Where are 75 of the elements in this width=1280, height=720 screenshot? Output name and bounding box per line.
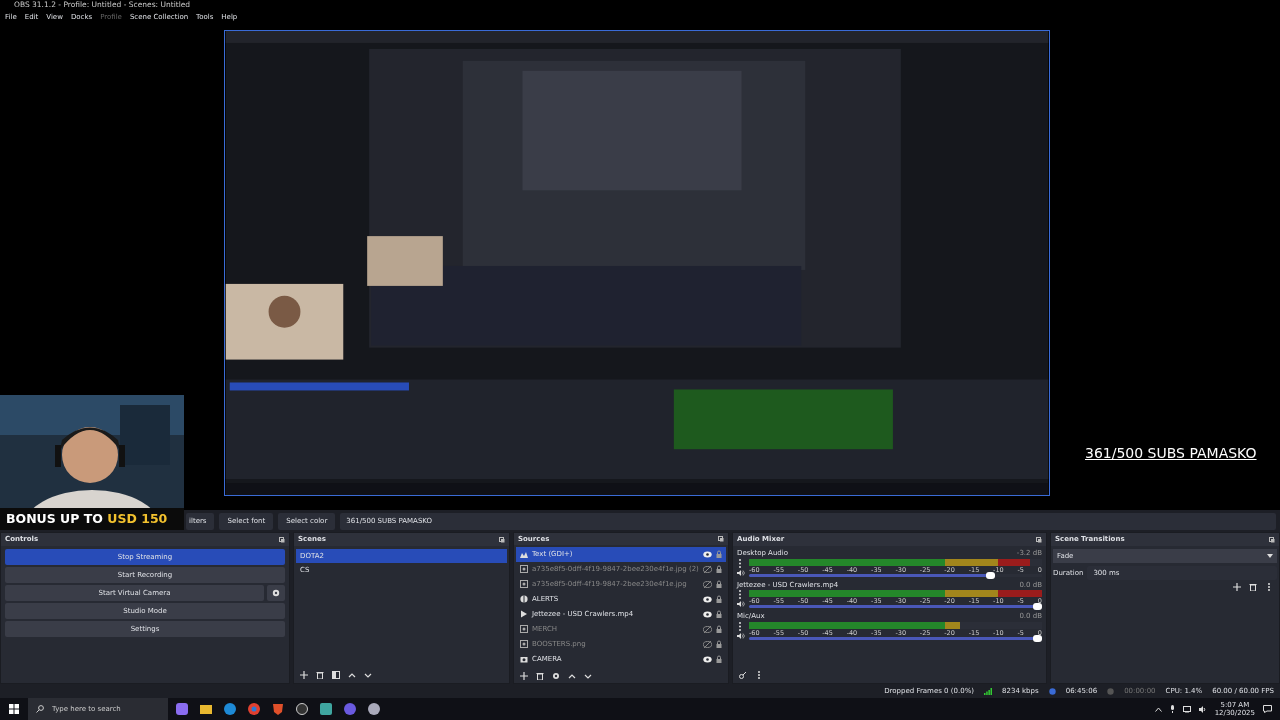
lock-icon[interactable]	[716, 640, 722, 649]
banner-text: BONUS UP TO USD 150	[0, 508, 184, 530]
menu-icon[interactable]	[737, 621, 743, 631]
camera-icon	[520, 655, 528, 664]
filter-icon[interactable]	[332, 671, 340, 679]
browser-icon[interactable]	[248, 703, 260, 715]
browser-icon[interactable]	[224, 703, 236, 715]
shield-icon[interactable]	[272, 703, 284, 715]
image-icon	[520, 565, 528, 574]
speaker-icon[interactable]	[737, 601, 745, 607]
network-icon[interactable]	[1182, 705, 1191, 713]
down-icon[interactable]	[364, 671, 372, 679]
lock-icon[interactable]	[716, 595, 722, 604]
app-icon[interactable]	[176, 703, 188, 715]
lock-icon[interactable]	[716, 550, 722, 559]
record-icon	[1107, 687, 1115, 695]
float-icon[interactable]	[718, 535, 724, 542]
settings-button[interactable]	[267, 585, 285, 601]
add-icon[interactable]	[300, 671, 308, 679]
speaker-icon[interactable]	[737, 632, 745, 639]
slider-handle[interactable]	[1033, 634, 1042, 642]
lock-icon[interactable]	[716, 580, 722, 589]
text-source-icon	[520, 550, 528, 559]
chevron-icon[interactable]	[1154, 706, 1162, 712]
float-icon[interactable]	[1036, 536, 1042, 543]
app-icon[interactable]	[320, 703, 332, 715]
settings-icon	[272, 588, 280, 597]
menu-icon[interactable]	[1265, 583, 1273, 591]
settings-icon[interactable]	[552, 671, 560, 680]
image-icon	[520, 625, 528, 634]
up-icon[interactable]	[348, 671, 356, 679]
speaker-icon[interactable]	[737, 569, 745, 576]
overlay-text: 361/500 SUBS PAMASKO	[1085, 444, 1257, 463]
menu-icon[interactable]	[737, 558, 743, 568]
chat-icon[interactable]	[344, 703, 356, 715]
link-icon[interactable]	[739, 671, 747, 679]
record-app-icon[interactable]	[296, 703, 308, 715]
trash-icon[interactable]	[1249, 583, 1257, 591]
hidden-eye-icon[interactable]	[703, 625, 712, 633]
menu-icon[interactable]	[755, 671, 763, 679]
slider-handle[interactable]	[986, 571, 996, 579]
notification-icon[interactable]	[1263, 705, 1272, 713]
hidden-eye-icon[interactable]	[703, 580, 712, 588]
lock-icon[interactable]	[716, 565, 722, 574]
float-icon[interactable]	[499, 536, 505, 543]
app-icon[interactable]	[368, 703, 380, 715]
signal-icon	[984, 687, 993, 695]
float-icon[interactable]	[279, 536, 285, 543]
eye-icon[interactable]	[703, 610, 712, 618]
lock-icon[interactable]	[716, 655, 722, 664]
search-icon	[36, 705, 44, 713]
stream-icon	[1048, 687, 1056, 695]
lock-icon[interactable]	[716, 625, 722, 634]
lock-icon[interactable]	[716, 610, 722, 619]
menu-icon[interactable]	[737, 590, 743, 599]
caret-icon	[1267, 554, 1273, 558]
windows-icon[interactable]	[9, 704, 19, 714]
image-icon	[520, 640, 528, 649]
image-icon	[520, 580, 528, 589]
microphone-icon[interactable]	[1169, 705, 1175, 713]
float-icon[interactable]	[1269, 536, 1275, 543]
eye-icon[interactable]	[703, 550, 712, 558]
eye-icon[interactable]	[703, 595, 712, 603]
trash-icon[interactable]	[316, 671, 324, 679]
eye-icon[interactable]	[703, 655, 712, 663]
hidden-eye-icon[interactable]	[703, 565, 712, 573]
hidden-eye-icon[interactable]	[703, 640, 712, 648]
trash-icon[interactable]	[536, 671, 544, 680]
globe-icon	[520, 595, 528, 604]
folder-icon[interactable]	[200, 703, 212, 715]
speaker-icon[interactable]	[1198, 705, 1207, 713]
add-icon[interactable]	[520, 671, 528, 680]
slider-handle[interactable]	[1033, 603, 1042, 610]
add-icon[interactable]	[1233, 583, 1241, 591]
play-icon	[520, 610, 528, 619]
